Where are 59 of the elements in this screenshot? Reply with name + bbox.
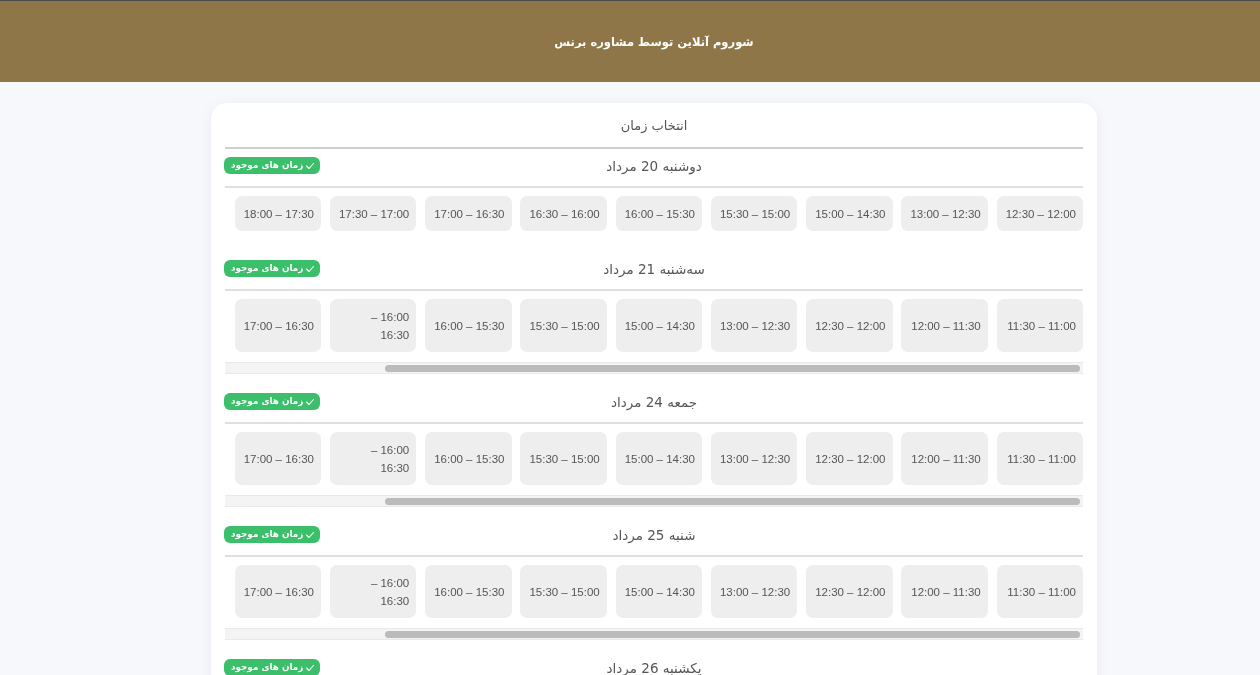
horizontal-scrollbar[interactable] bbox=[225, 362, 1083, 374]
time-slot-button[interactable]: 14:30 – 15:00 bbox=[615, 565, 702, 618]
horizontal-scrollbar[interactable] bbox=[225, 495, 1083, 507]
time-slot-button[interactable]: 15:00 – 15:30 bbox=[520, 565, 607, 618]
day-title: جمعه 24 مرداد bbox=[610, 393, 698, 410]
scrollbar-thumb[interactable] bbox=[384, 630, 1080, 638]
time-slot-button[interactable]: 16:30 – 17:00 bbox=[425, 196, 512, 231]
time-slot-button[interactable]: 12:00 – 12:30 bbox=[806, 299, 893, 352]
section-title: انتخاب زمان bbox=[620, 117, 688, 133]
time-slot-button[interactable]: 15:00 – 15:30 bbox=[710, 196, 798, 231]
time-slot-button[interactable]: 12:00 – 12:30 bbox=[996, 196, 1083, 231]
check-icon bbox=[306, 664, 315, 671]
availability-badge: زمان های موجود bbox=[224, 659, 321, 675]
time-slot-button[interactable]: 11:30 – 12:00 bbox=[901, 432, 988, 485]
page-title: شوروم آنلاین توسط مشاوره برنس bbox=[554, 34, 754, 49]
availability-badge: زمان های موجود bbox=[224, 260, 321, 277]
time-slot-button[interactable]: 12:30 – 13:00 bbox=[710, 432, 798, 485]
time-slot-button[interactable]: 14:30 – 15:00 bbox=[615, 299, 702, 352]
day-title: دوشنبه 20 مرداد bbox=[606, 157, 702, 174]
check-icon bbox=[306, 162, 315, 169]
availability-badge: زمان های موجود bbox=[224, 393, 321, 410]
time-slot-button[interactable]: 11:00 – 11:30 bbox=[996, 299, 1083, 352]
time-slot-button[interactable]: 16:00 – 16:30 bbox=[329, 432, 417, 485]
availability-badge: زمان های موجود bbox=[224, 526, 321, 543]
time-slot-button[interactable]: 15:00 – 15:30 bbox=[520, 299, 607, 352]
time-slot-button[interactable]: 17:00 – 17:30 bbox=[329, 196, 417, 231]
time-slot-button[interactable]: 16:30 – 17:00 bbox=[234, 565, 321, 618]
check-icon bbox=[306, 398, 315, 405]
time-slot-button[interactable]: 11:00 – 11:30 bbox=[996, 565, 1083, 618]
time-slot-button[interactable]: 14:30 – 15:00 bbox=[806, 196, 893, 231]
day-title: یکشنبه 26 مرداد bbox=[606, 659, 702, 675]
availability-badge: زمان های موجود bbox=[224, 157, 321, 174]
check-icon bbox=[306, 531, 315, 538]
time-slot-button[interactable]: 15:30 – 16:00 bbox=[425, 565, 512, 618]
time-slot-button[interactable]: 16:00 – 16:30 bbox=[520, 196, 607, 231]
horizontal-scrollbar[interactable] bbox=[225, 628, 1083, 640]
time-slot-button[interactable]: 12:00 – 12:30 bbox=[806, 565, 893, 618]
scrollbar-thumb[interactable] bbox=[384, 364, 1080, 372]
time-slot-button[interactable]: 15:30 – 16:00 bbox=[425, 432, 512, 485]
time-slot-button[interactable]: 15:00 – 15:30 bbox=[520, 432, 607, 485]
time-slot-button[interactable]: 16:00 – 16:30 bbox=[329, 299, 417, 352]
time-slot-button[interactable]: 15:30 – 16:00 bbox=[615, 196, 702, 231]
day-title: شنبه 25 مرداد bbox=[612, 526, 696, 543]
time-slot-button[interactable]: 16:30 – 17:00 bbox=[234, 432, 321, 485]
time-slot-button[interactable]: 12:30 – 13:00 bbox=[710, 299, 798, 352]
day-title: سه‌شنبه 21 مرداد bbox=[603, 260, 705, 277]
time-slot-button[interactable]: 17:30 – 18:00 bbox=[234, 196, 321, 231]
time-slot-button[interactable]: 12:00 – 12:30 bbox=[806, 432, 893, 485]
check-icon bbox=[306, 265, 315, 272]
time-slot-button[interactable]: 11:30 – 12:00 bbox=[901, 565, 988, 618]
time-slot-button[interactable]: 16:00 – 16:30 bbox=[329, 565, 417, 618]
time-slot-button[interactable]: 16:30 – 17:00 bbox=[234, 299, 321, 352]
time-slot-button[interactable]: 12:30 – 13:00 bbox=[710, 565, 798, 618]
scrollbar-thumb[interactable] bbox=[384, 497, 1080, 505]
time-slot-button[interactable]: 11:00 – 11:30 bbox=[996, 432, 1083, 485]
time-slot-button[interactable]: 11:30 – 12:00 bbox=[901, 299, 988, 352]
time-slot-button[interactable]: 15:30 – 16:00 bbox=[425, 299, 512, 352]
time-slot-button[interactable]: 12:30 – 13:00 bbox=[901, 196, 988, 231]
time-slot-button[interactable]: 14:30 – 15:00 bbox=[615, 432, 702, 485]
